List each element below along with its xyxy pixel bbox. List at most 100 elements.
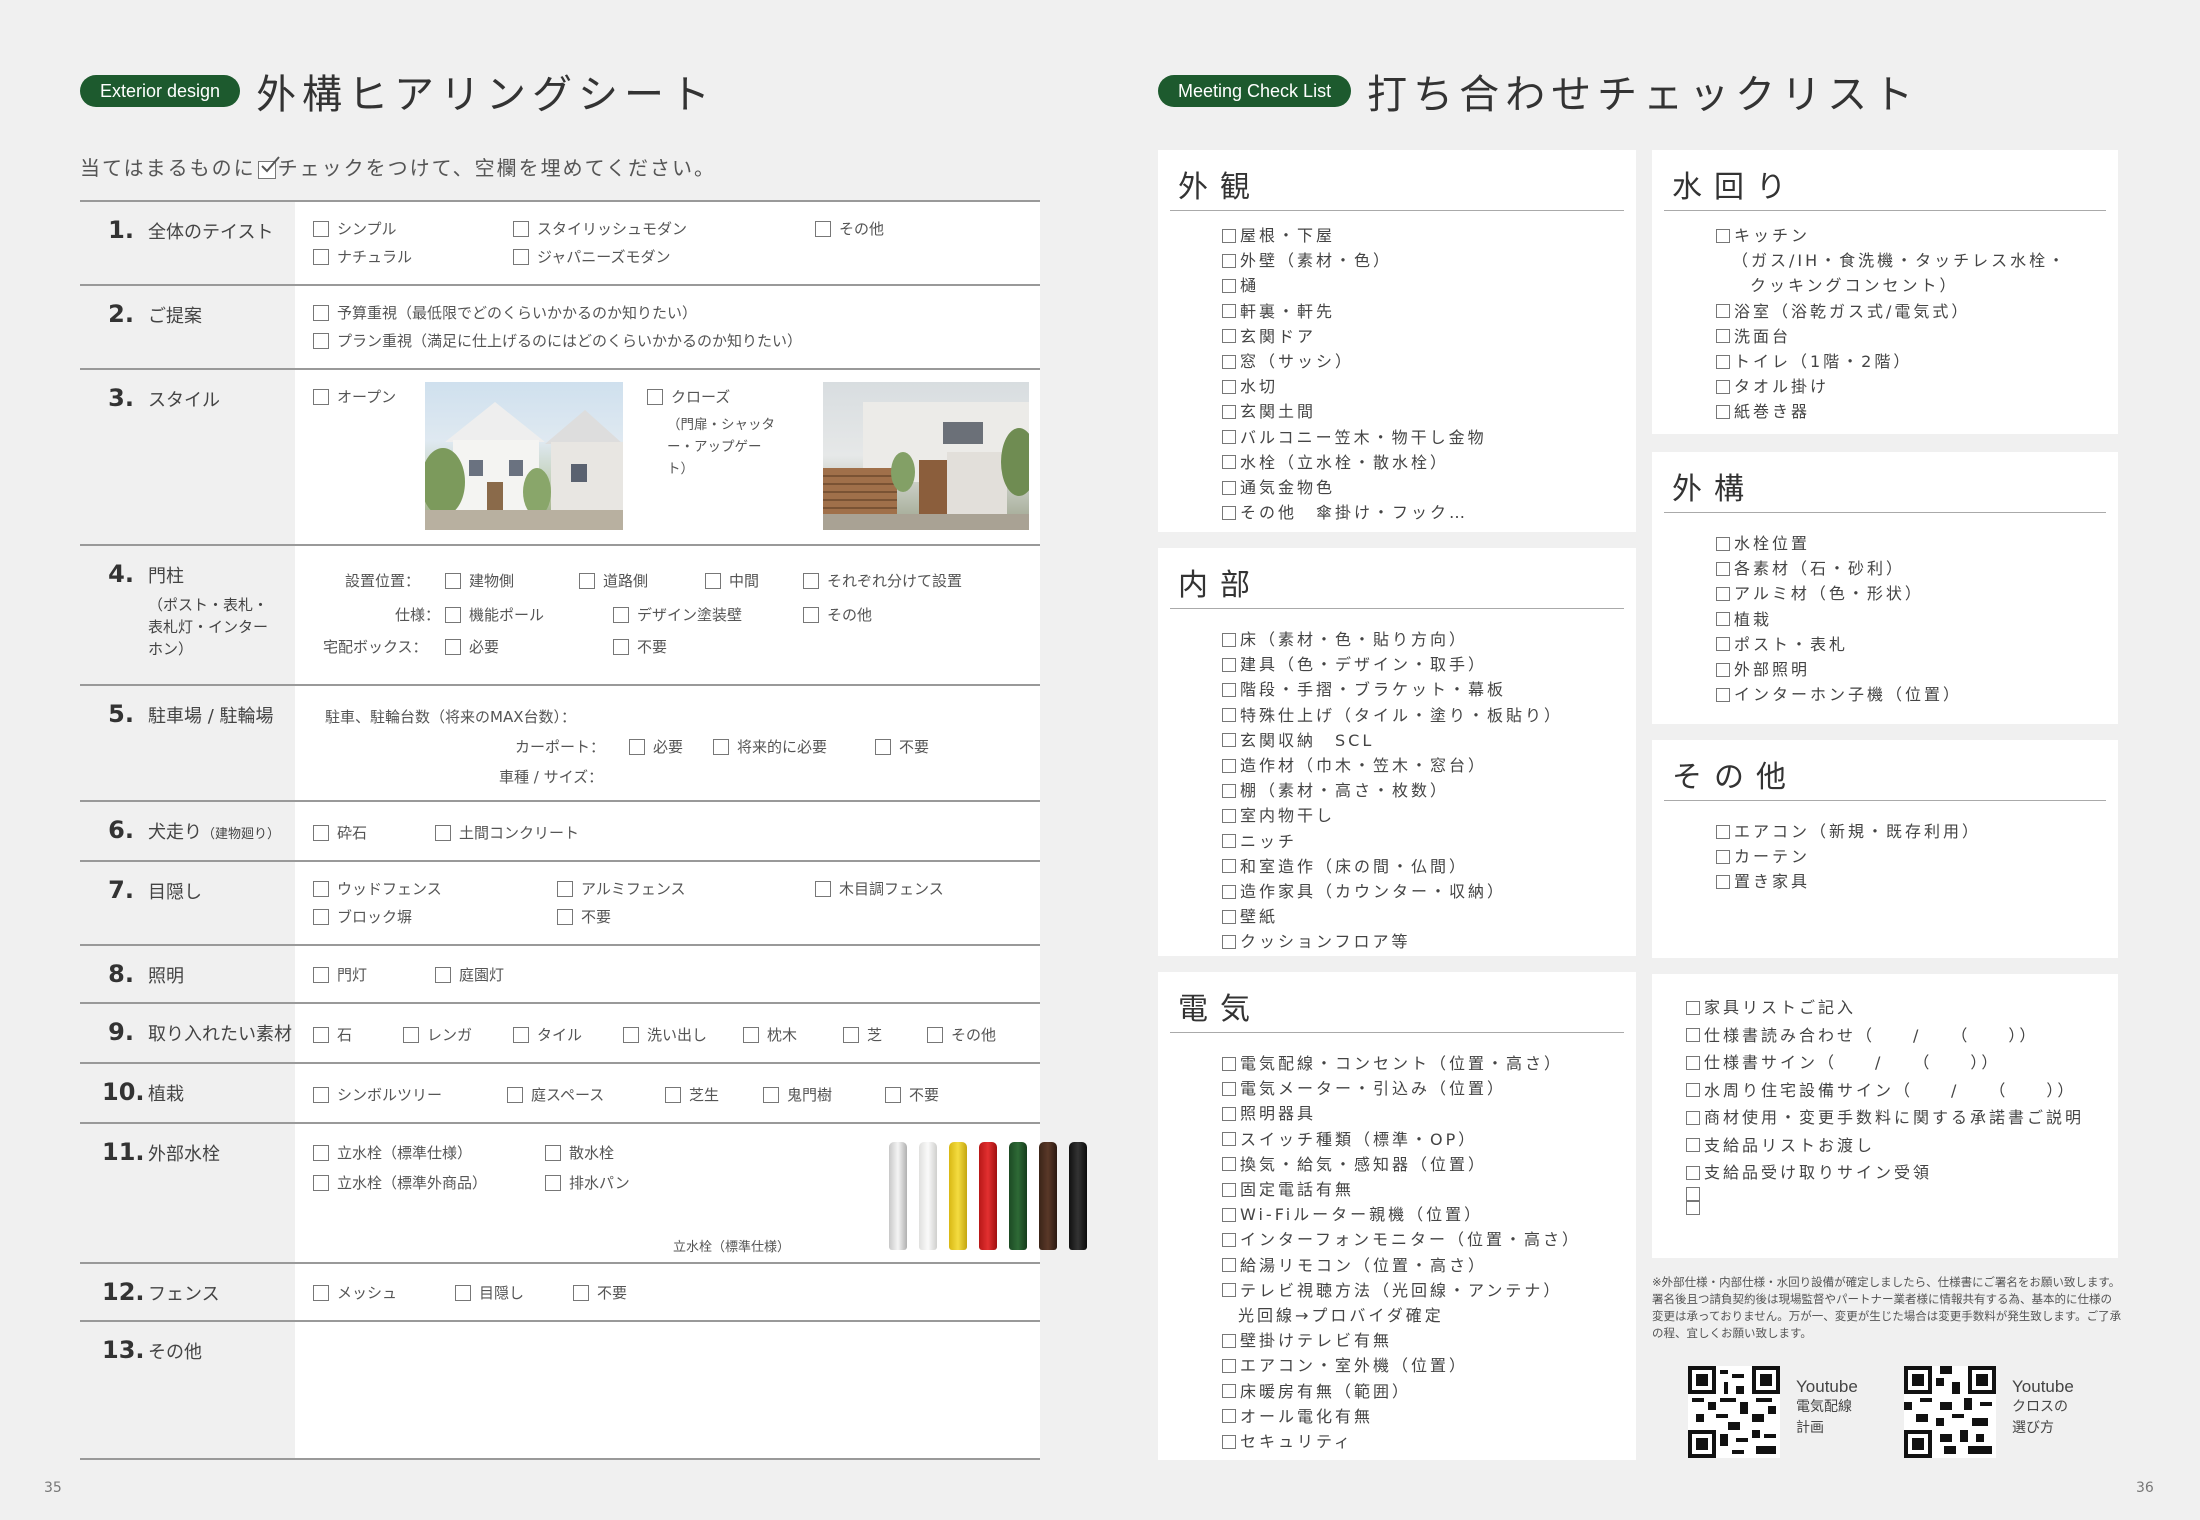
checklist-item[interactable]: 水栓位置 — [1716, 531, 2118, 556]
checkbox[interactable] — [1222, 304, 1236, 319]
option-turf[interactable]: 芝 — [843, 1024, 882, 1045]
option-planting-none[interactable]: 不要 — [885, 1084, 939, 1105]
option-nonstandard-faucet[interactable]: 立水栓（標準外商品） — [313, 1172, 487, 1193]
checklist-item[interactable]: ポスト・表札 — [1716, 632, 2118, 657]
option-stylish-modern[interactable]: スタイリッシュモダン — [513, 218, 687, 239]
checkbox[interactable] — [1716, 687, 1730, 702]
checklist-item[interactable]: 給湯リモコン（位置・高さ） — [1222, 1253, 1636, 1278]
checklist-item[interactable]: インターホン子機（位置） — [1716, 682, 2118, 707]
checklist-item[interactable]: 壁掛けテレビ有無 — [1222, 1328, 1636, 1353]
checkbox[interactable] — [1716, 354, 1730, 369]
checkbox[interactable] — [1686, 1083, 1700, 1098]
option-simple[interactable]: シンプル — [313, 218, 397, 239]
checkbox[interactable] — [1686, 1200, 1700, 1215]
option-carport-not-needed[interactable]: 不要 — [875, 736, 929, 757]
checkbox[interactable] — [1222, 1207, 1236, 1222]
option-road-side[interactable]: 道路側 — [579, 570, 648, 591]
checklist-item[interactable]: 水切 — [1222, 374, 1636, 399]
checkbox[interactable] — [1686, 1110, 1700, 1125]
checklist-item[interactable]: 屋根・下屋 — [1222, 223, 1636, 248]
checkbox[interactable] — [1222, 935, 1236, 950]
checkbox[interactable] — [1686, 1165, 1700, 1180]
checkbox[interactable] — [1222, 783, 1236, 798]
checklist-item[interactable]: トイレ（1階・2階） — [1716, 349, 2118, 374]
checkbox[interactable] — [1716, 875, 1730, 889]
checkbox[interactable] — [1222, 809, 1236, 824]
checklist-item[interactable]: 換気・給気・感知器（位置） — [1222, 1152, 1636, 1177]
checklist-item[interactable]: 樋 — [1222, 273, 1636, 298]
checkbox[interactable] — [1716, 849, 1730, 864]
checklist-item[interactable]: キッチン — [1716, 223, 2118, 248]
checkbox[interactable] — [1716, 587, 1730, 601]
option-sprinkler-faucet[interactable]: 散水栓 — [545, 1142, 614, 1163]
checklist-item[interactable]: 外部照明 — [1716, 657, 2118, 682]
checkbox[interactable] — [1222, 354, 1236, 369]
option-gate-light[interactable]: 門灯 — [313, 964, 367, 985]
option-function-pole[interactable]: 機能ポール — [445, 604, 544, 625]
checkbox[interactable] — [1686, 1000, 1700, 1015]
checklist-item[interactable]: テレビ視聴方法（光回線・アンテナ） — [1222, 1278, 1636, 1303]
checklist-item[interactable]: オール電化有無 — [1222, 1404, 1636, 1429]
option-material-other[interactable]: その他 — [927, 1024, 996, 1045]
checkbox[interactable] — [1222, 228, 1236, 243]
option-open[interactable]: オープン — [313, 386, 396, 407]
checklist-item[interactable]: 照明器具 — [1222, 1101, 1636, 1126]
checklist-item[interactable]: インターフォンモニター（位置・高さ） — [1222, 1227, 1636, 1252]
checkbox[interactable] — [1716, 304, 1730, 319]
checklist-item[interactable]: 仕様書サイン（ / （ ）） — [1686, 1049, 2118, 1077]
checkbox[interactable] — [1222, 1233, 1236, 1248]
checklist-item[interactable]: 壁紙 — [1222, 904, 1636, 929]
checklist-item[interactable]: エアコン・室外機（位置） — [1222, 1353, 1636, 1378]
checkbox[interactable] — [1222, 1333, 1236, 1348]
checklist-item[interactable]: カーテン — [1716, 844, 2118, 869]
option-kimon-tree[interactable]: 鬼門樹 — [763, 1084, 832, 1105]
checklist-item[interactable]: 植栽 — [1716, 607, 2118, 632]
checkbox[interactable] — [1222, 1409, 1236, 1424]
checkbox[interactable] — [1222, 1359, 1236, 1374]
qr-code-cloth[interactable] — [1904, 1366, 1996, 1458]
checklist-item[interactable]: 造作家具（カウンター・収納） — [1222, 879, 1636, 904]
checklist-item[interactable]: 各素材（石・砂利） — [1716, 556, 2118, 581]
checklist-item[interactable]: ニッチ — [1222, 829, 1636, 854]
checkbox[interactable] — [1222, 329, 1236, 344]
checklist-item[interactable]: 外壁（素材・色） — [1222, 248, 1636, 273]
checklist-item[interactable]: 置き家具 — [1716, 869, 2118, 894]
checkbox[interactable] — [1222, 1132, 1236, 1147]
checklist-item[interactable]: 窓（サッシ） — [1222, 349, 1636, 374]
checkbox[interactable] — [1716, 405, 1730, 420]
checkbox[interactable] — [1222, 430, 1236, 445]
checkbox[interactable] — [1222, 405, 1236, 420]
checklist-item[interactable]: その他 傘掛け・フック… — [1222, 500, 1636, 525]
checkbox[interactable] — [1222, 1182, 1236, 1197]
checklist-item[interactable]: 光回線→プロバイダ確定 — [1222, 1303, 1636, 1328]
checkbox[interactable] — [1222, 1258, 1236, 1273]
checkbox[interactable] — [1716, 561, 1730, 576]
option-close[interactable]: クローズ — [647, 386, 730, 407]
option-wood-fence[interactable]: ウッドフェンス — [313, 878, 442, 899]
option-design-wall[interactable]: デザイン塗装壁 — [613, 604, 742, 625]
checklist-item[interactable]: 支給品リストお渡し — [1686, 1132, 2118, 1160]
checklist-item[interactable]: 固定電話有無 — [1222, 1177, 1636, 1202]
checkbox[interactable] — [1222, 909, 1236, 924]
checklist-item[interactable]: 浴室（浴乾ガス式/電気式） — [1716, 299, 2118, 324]
option-stone[interactable]: 石 — [313, 1024, 352, 1045]
checklist-item[interactable]: 水周り住宅設備サイン（ / （ ）） — [1686, 1077, 2118, 1105]
checkbox[interactable] — [1222, 632, 1236, 647]
checkbox[interactable] — [1222, 657, 1236, 672]
option-pillar-other[interactable]: その他 — [803, 604, 872, 625]
checklist-item[interactable]: 支給品受け取りサイン受領 — [1686, 1159, 2118, 1187]
option-brick[interactable]: レンガ — [403, 1024, 472, 1045]
checkbox[interactable] — [1716, 536, 1730, 551]
checkbox[interactable] — [1222, 505, 1236, 520]
checklist-item[interactable]: 電気メーター・引込み（位置） — [1222, 1076, 1636, 1101]
checkbox[interactable] — [1222, 758, 1236, 773]
checklist-item[interactable] — [1686, 1186, 2118, 1201]
option-block-wall[interactable]: ブロック塀 — [313, 906, 412, 927]
checkbox[interactable] — [1686, 1055, 1700, 1070]
option-standard-faucet[interactable]: 立水栓（標準仕様） — [313, 1142, 472, 1163]
checklist-item[interactable]: 家具リストご記入 — [1686, 994, 2118, 1022]
checklist-item[interactable]: 水栓（立水栓・散水栓） — [1222, 450, 1636, 475]
checklist-item[interactable]: 軒裏・軒先 — [1222, 299, 1636, 324]
checkbox[interactable] — [1716, 824, 1730, 839]
qr-code-electrical[interactable] — [1688, 1366, 1780, 1458]
